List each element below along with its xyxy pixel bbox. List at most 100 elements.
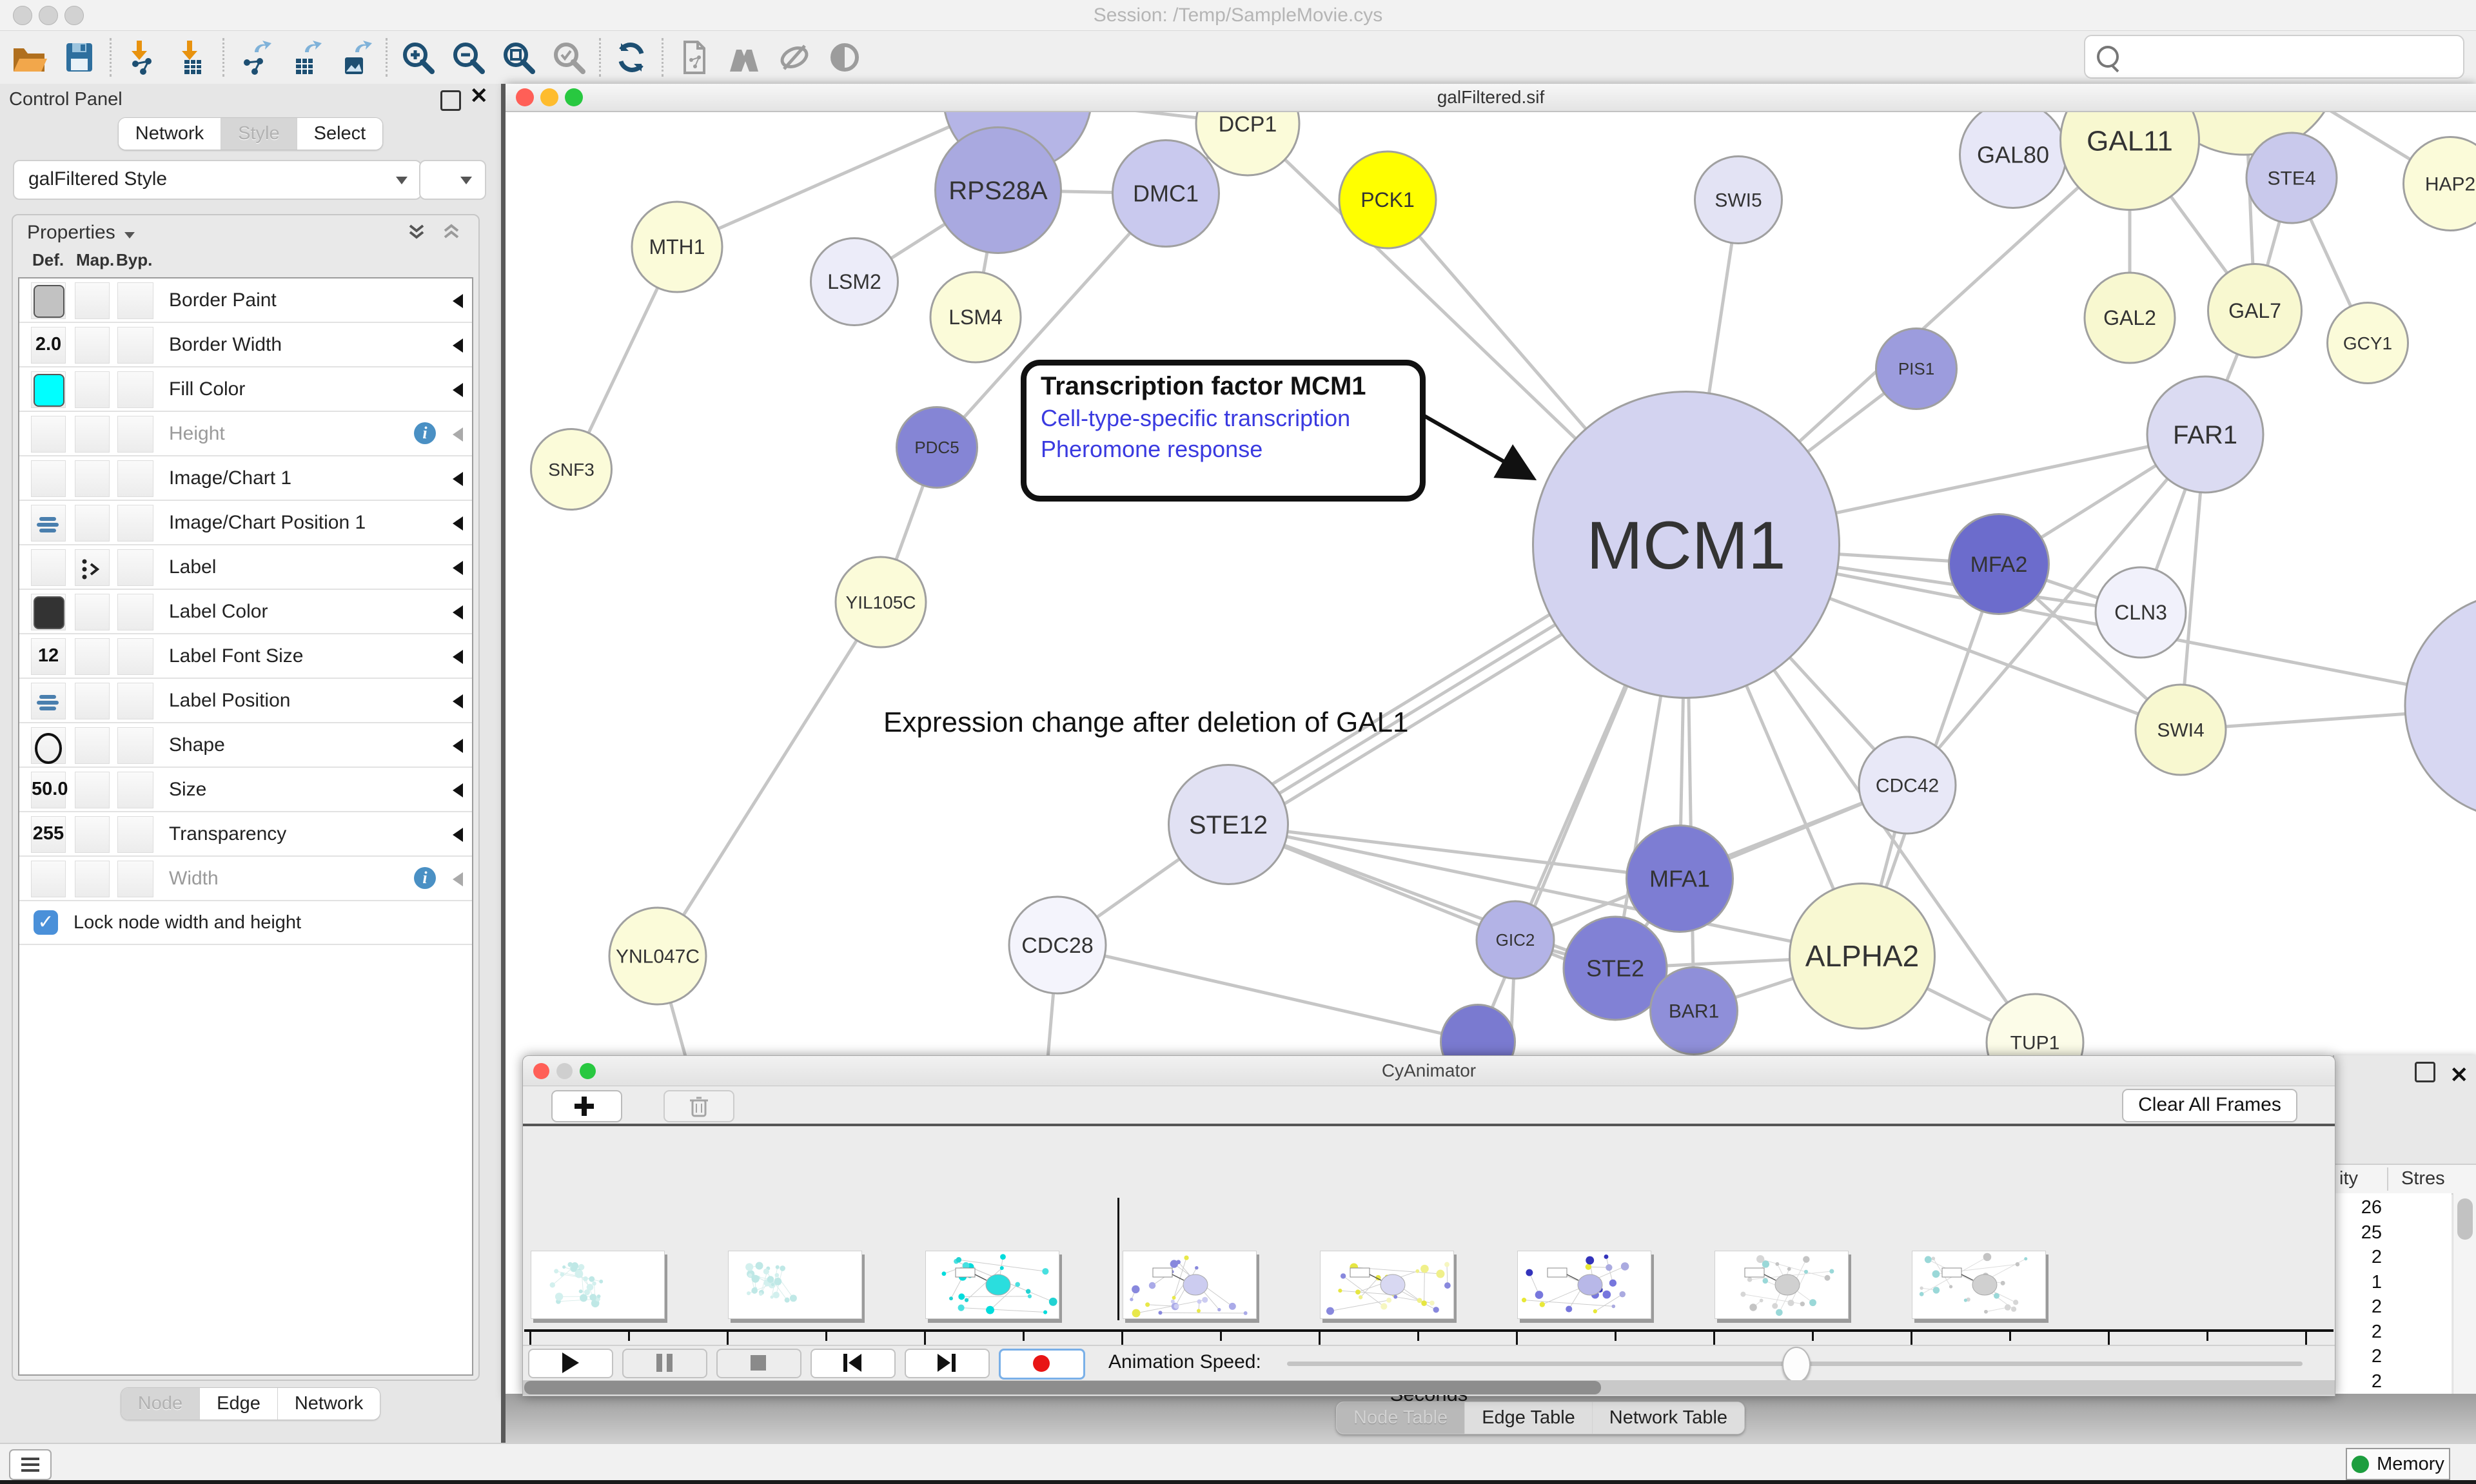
frame-thumbnail-6[interactable]	[1715, 1251, 1849, 1319]
toolbar-export-image-button[interactable]	[330, 35, 380, 80]
mapping-cell[interactable]	[75, 416, 110, 453]
expand-all-icon[interactable]	[406, 223, 436, 245]
memory-button[interactable]: Memory	[2346, 1448, 2450, 1480]
edge[interactable]	[1057, 945, 1478, 1042]
tab-edge[interactable]: Edge	[200, 1388, 278, 1420]
clear-all-frames-button[interactable]: Clear All Frames	[2122, 1089, 2297, 1122]
add-frame-button[interactable]	[551, 1090, 622, 1122]
toolbar-eye-button[interactable]	[820, 35, 870, 80]
mapping-cell[interactable]	[75, 282, 110, 319]
color-swatch[interactable]	[34, 374, 64, 407]
frame-thumbnail-3[interactable]	[1123, 1251, 1257, 1319]
timeline-playhead[interactable]	[1117, 1198, 1119, 1320]
bypass-cell[interactable]	[117, 460, 153, 497]
search-input[interactable]	[2128, 46, 2463, 68]
toolbar-binoculars-button[interactable]	[719, 35, 769, 80]
zoom-window-icon[interactable]	[580, 1063, 596, 1079]
default-value[interactable]: 12	[32, 639, 65, 673]
mapping-cell[interactable]	[75, 816, 110, 853]
toolbar-import-network-button[interactable]	[117, 35, 167, 80]
zoom-window-icon[interactable]	[565, 88, 583, 106]
close-window-icon[interactable]	[13, 6, 32, 25]
mapping-cell[interactable]	[75, 594, 110, 630]
mapping-cell[interactable]	[75, 505, 110, 542]
minimize-window-icon[interactable]	[556, 1063, 573, 1079]
frame-thumbnail-4[interactable]	[1320, 1251, 1454, 1319]
bypass-cell[interactable]	[117, 772, 153, 808]
property-row-size[interactable]: 50.0Size	[19, 768, 472, 812]
color-swatch[interactable]	[34, 596, 64, 629]
property-row-width[interactable]: Widthi	[19, 857, 472, 901]
toolbar-zoom-selected-button[interactable]	[544, 35, 594, 80]
frame-thumbnail-1[interactable]	[728, 1251, 862, 1319]
property-row-label-position[interactable]: Label Position	[19, 679, 472, 723]
expand-row-icon[interactable]	[453, 427, 463, 442]
bypass-cell[interactable]	[117, 416, 153, 453]
tab-network-table[interactable]: Network Table	[1593, 1402, 1744, 1434]
bypass-cell[interactable]	[117, 505, 153, 542]
default-cell[interactable]	[31, 861, 66, 897]
bypass-cell[interactable]	[117, 549, 153, 586]
toolbar-refresh-button[interactable]	[606, 35, 656, 80]
property-row-label-font-size[interactable]: 12Label Font Size	[19, 634, 472, 679]
default-value[interactable]: 50.0	[32, 772, 65, 806]
tab-network[interactable]: Network	[119, 118, 221, 150]
toolbar-export-network-button[interactable]	[230, 35, 280, 80]
table-cell[interactable]: 25	[2334, 1222, 2382, 1244]
cyanimator-scrollbar[interactable]	[523, 1380, 2335, 1395]
float-panel-icon[interactable]	[440, 90, 461, 114]
expand-row-icon[interactable]	[453, 739, 463, 753]
info-icon[interactable]: i	[414, 422, 436, 444]
mapping-cell[interactable]	[75, 638, 110, 675]
close-panel-icon[interactable]: ✕	[470, 88, 489, 106]
table-cell[interactable]: 26	[2334, 1197, 2382, 1218]
properties-header[interactable]: Properties	[13, 215, 478, 250]
default-value[interactable]: 255	[32, 817, 65, 851]
mapping-cell[interactable]	[75, 549, 110, 586]
animation-speed-slider[interactable]	[1287, 1362, 2303, 1366]
default-cell[interactable]: 50.0	[31, 772, 66, 808]
color-swatch[interactable]	[34, 285, 64, 318]
table-cell[interactable]: 2	[2334, 1322, 2382, 1343]
expand-row-icon[interactable]	[453, 872, 463, 886]
panel-menu-button[interactable]	[9, 1449, 52, 1480]
default-cell[interactable]	[31, 460, 66, 497]
play-button[interactable]	[528, 1349, 613, 1378]
table-cell[interactable]: 2	[2334, 1247, 2382, 1268]
tab-node[interactable]: Node	[121, 1388, 200, 1420]
mapping-cell[interactable]	[75, 772, 110, 808]
annotation-link[interactable]: Pheromone response	[1041, 436, 1420, 463]
bypass-cell[interactable]	[117, 327, 153, 364]
expand-row-icon[interactable]	[453, 472, 463, 486]
property-row-transparency[interactable]: 255Transparency	[19, 812, 472, 857]
frame-thumbnail-7[interactable]	[1912, 1251, 2046, 1319]
pause-button[interactable]	[622, 1349, 707, 1378]
default-cell[interactable]	[31, 727, 66, 764]
default-cell[interactable]	[31, 505, 66, 542]
table-cell[interactable]: 2	[2334, 1371, 2382, 1392]
checkbox-checked-icon[interactable]: ✓	[34, 910, 58, 935]
expand-row-icon[interactable]	[453, 828, 463, 842]
expand-row-icon[interactable]	[453, 383, 463, 397]
delete-frame-button[interactable]	[663, 1090, 734, 1122]
bypass-cell[interactable]	[117, 638, 153, 675]
toolbar-open-folder-button[interactable]	[4, 35, 54, 80]
default-cell[interactable]: 2.0	[31, 327, 66, 364]
cyanimator-timeline[interactable]: 0123456789 Seconds	[523, 1126, 2335, 1345]
property-row-border-paint[interactable]: Border Paint	[19, 278, 472, 323]
expand-row-icon[interactable]	[453, 605, 463, 620]
column-header[interactable]: Stres	[2401, 1168, 2445, 1189]
property-row-image-chart-position-1[interactable]: Image/Chart Position 1	[19, 501, 472, 545]
style-options-button[interactable]	[419, 160, 486, 200]
toolbar-save-button[interactable]	[54, 35, 104, 80]
network-window-titlebar[interactable]: galFiltered.sif	[506, 84, 2476, 112]
mapping-cell[interactable]	[75, 861, 110, 897]
bypass-cell[interactable]	[117, 816, 153, 853]
lock-node-size-row[interactable]: ✓ Lock node width and height	[19, 901, 472, 945]
tab-network[interactable]: Network	[278, 1388, 380, 1420]
frame-thumbnail-0[interactable]	[531, 1251, 665, 1319]
table-scrollbar[interactable]	[2453, 1193, 2476, 1425]
default-cell[interactable]	[31, 594, 66, 630]
property-row-label-color[interactable]: Label Color	[19, 590, 472, 634]
bypass-cell[interactable]	[117, 594, 153, 630]
